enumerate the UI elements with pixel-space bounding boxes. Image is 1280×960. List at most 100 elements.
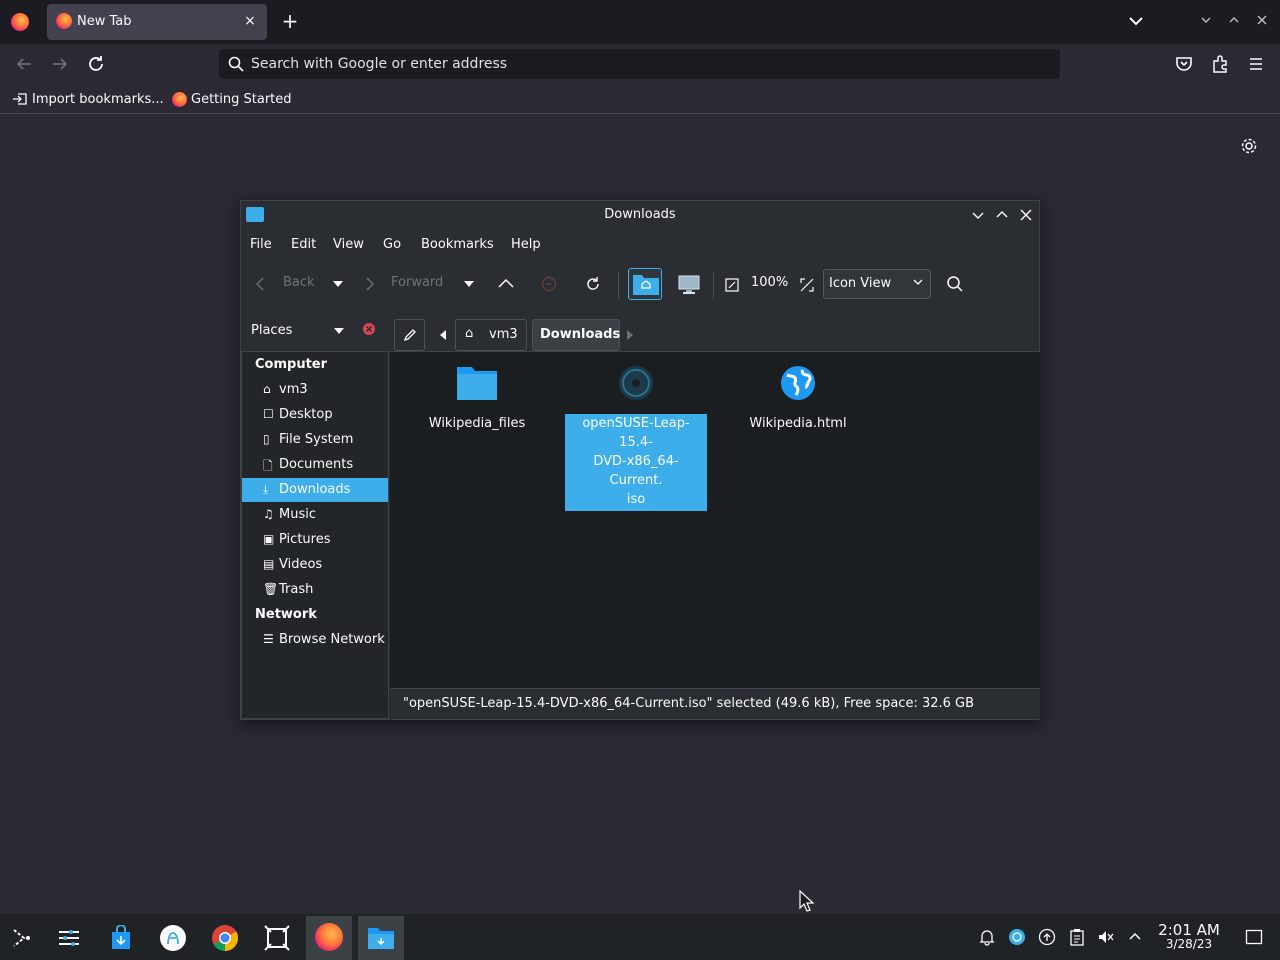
url-input[interactable] bbox=[251, 53, 1051, 75]
updates-icon[interactable] bbox=[1038, 928, 1056, 946]
status-text: "openSUSE-Leap-15.4-DVD-x86_64-Current.i… bbox=[403, 696, 975, 711]
drive-icon: ▯ bbox=[263, 432, 270, 446]
extensions-icon[interactable] bbox=[1208, 52, 1232, 76]
up-arrow-icon[interactable] bbox=[497, 277, 515, 289]
menu-view[interactable]: View bbox=[333, 237, 364, 252]
places-item-videos[interactable]: ▤ Videos bbox=[242, 553, 388, 577]
volume-muted-icon[interactable] bbox=[1097, 928, 1115, 946]
forward-history-dropdown-icon[interactable] bbox=[463, 280, 475, 288]
zoom-in-icon[interactable] bbox=[800, 278, 814, 292]
file-view[interactable]: Wikipedia_files openSUSE-Leap-15.4- DVD-x… bbox=[390, 351, 1040, 688]
dolphin-taskbar-icon[interactable] bbox=[358, 916, 404, 960]
menu-bookmarks[interactable]: Bookmarks bbox=[421, 237, 494, 252]
application-launcher-icon[interactable] bbox=[0, 916, 46, 960]
dolphin-minimize-button[interactable] bbox=[969, 206, 987, 224]
chrome-icon[interactable] bbox=[202, 916, 248, 960]
view-mode-select[interactable]: Icon View bbox=[823, 269, 931, 299]
edit-location-button[interactable] bbox=[394, 319, 425, 351]
places-item-documents[interactable]: 🗋 Documents bbox=[242, 453, 388, 477]
system-tray-expand-icon[interactable] bbox=[1126, 928, 1144, 946]
places-item-music[interactable]: ♫ Music bbox=[242, 503, 388, 527]
documents-icon: 🗋 bbox=[263, 459, 273, 473]
breadcrumb-vm3[interactable]: ⌂ vm3 bbox=[455, 319, 527, 351]
new-tab-button[interactable]: + bbox=[279, 10, 301, 32]
zoom-level[interactable]: 100% bbox=[751, 275, 788, 290]
places-menu-dropdown-icon[interactable] bbox=[333, 327, 345, 335]
places-item-downloads[interactable]: ⤓ Downloads bbox=[242, 478, 388, 502]
places-item-trash[interactable]: 🗑 Trash bbox=[242, 578, 388, 602]
forward-button[interactable]: Forward bbox=[391, 275, 443, 290]
file-item[interactable]: Wikipedia_files bbox=[406, 364, 548, 433]
list-all-tabs-button[interactable] bbox=[1124, 10, 1148, 32]
tab-title: New Tab bbox=[77, 14, 132, 29]
firefox-taskbar-icon[interactable] bbox=[306, 916, 352, 960]
places-item-browse-network[interactable]: ☰ Browse Network bbox=[242, 628, 388, 652]
forward-button[interactable] bbox=[48, 52, 72, 76]
digital-clock[interactable]: 2:01 AM 3/28/23 bbox=[1152, 921, 1226, 951]
bookmark-getting-started-label: Getting Started bbox=[191, 91, 292, 107]
kwin-overview-icon[interactable] bbox=[254, 916, 300, 960]
menu-go[interactable]: Go bbox=[383, 237, 401, 252]
minimize-window-button[interactable] bbox=[1198, 12, 1214, 28]
globe-icon bbox=[781, 366, 815, 400]
computer-icon[interactable] bbox=[678, 275, 700, 295]
settings-app-icon[interactable] bbox=[46, 916, 92, 960]
bookmark-getting-started[interactable]: Getting Started bbox=[172, 90, 292, 108]
zoom-out-icon[interactable] bbox=[725, 278, 739, 292]
search-icon[interactable] bbox=[946, 275, 964, 293]
clipboard-icon[interactable] bbox=[1068, 928, 1086, 946]
browser-tab-bar: New Tab × + bbox=[0, 0, 1280, 44]
tab-close-button[interactable]: × bbox=[241, 12, 259, 30]
places-panel: Computer ⌂ vm3 ☐ Desktop ▯ File System 🗋 Doc… bbox=[241, 351, 389, 719]
menu-edit[interactable]: Edit bbox=[291, 237, 316, 252]
bookmark-import[interactable]: Import bookmarks... bbox=[12, 90, 164, 108]
videos-icon: ▤ bbox=[263, 557, 275, 571]
tab-new-tab[interactable]: New Tab × bbox=[47, 4, 267, 40]
notifications-bell-icon[interactable] bbox=[978, 928, 996, 946]
back-history-dropdown-icon[interactable] bbox=[332, 280, 344, 288]
mouse-cursor-icon bbox=[799, 890, 815, 912]
newtab-settings-gear-icon[interactable] bbox=[1239, 136, 1259, 156]
url-bar[interactable] bbox=[219, 49, 1060, 79]
firefox-logo-icon bbox=[315, 923, 343, 951]
places-item-label: Music bbox=[279, 507, 316, 522]
places-item-vm3[interactable]: ⌂ vm3 bbox=[242, 378, 388, 402]
file-name-line: openSUSE-Leap-15.4- bbox=[582, 416, 690, 450]
firefox-favicon-icon bbox=[172, 91, 187, 107]
reload-button[interactable] bbox=[84, 52, 108, 76]
places-title: Places bbox=[251, 323, 293, 338]
home-icon: ⌂ bbox=[465, 326, 474, 341]
menu-file[interactable]: File bbox=[250, 237, 272, 252]
stop-icon[interactable] bbox=[541, 276, 557, 292]
breadcrumb-arrow-icon[interactable] bbox=[627, 330, 633, 340]
home-button[interactable] bbox=[628, 268, 662, 300]
reload-icon[interactable] bbox=[584, 275, 602, 293]
file-item-selected[interactable]: openSUSE-Leap-15.4- DVD-x86_64-Current. is… bbox=[565, 364, 707, 511]
dolphin-close-button[interactable] bbox=[1017, 206, 1035, 224]
back-button[interactable]: Back bbox=[283, 275, 315, 290]
dolphin-maximize-button[interactable] bbox=[993, 206, 1011, 224]
places-item-pictures[interactable]: ▣ Pictures bbox=[242, 528, 388, 552]
network-status-icon[interactable] bbox=[1008, 928, 1026, 946]
pocket-icon[interactable] bbox=[1172, 52, 1196, 76]
dolphin-titlebar[interactable]: Downloads bbox=[241, 201, 1039, 229]
back-button[interactable] bbox=[12, 52, 36, 76]
back-arrow-icon[interactable] bbox=[254, 276, 266, 292]
breadcrumb-downloads[interactable]: Downloads bbox=[532, 319, 620, 351]
close-window-button[interactable] bbox=[1254, 12, 1270, 28]
forward-arrow-icon[interactable] bbox=[364, 276, 376, 292]
close-panel-icon[interactable] bbox=[362, 322, 376, 336]
show-desktop-icon[interactable] bbox=[1245, 928, 1263, 946]
places-item-file-system[interactable]: ▯ File System bbox=[242, 428, 388, 452]
places-item-label: Trash bbox=[279, 582, 314, 597]
places-item-desktop[interactable]: ☐ Desktop bbox=[242, 403, 388, 427]
breadcrumb-scroll-left[interactable] bbox=[436, 319, 453, 351]
maximize-window-button[interactable] bbox=[1226, 12, 1242, 28]
app-menu-icon[interactable] bbox=[1244, 52, 1268, 76]
firefox-menu-icon[interactable] bbox=[11, 13, 29, 31]
places-item-label: Desktop bbox=[279, 407, 333, 422]
menu-help[interactable]: Help bbox=[511, 237, 541, 252]
discover-store-icon[interactable] bbox=[98, 916, 144, 960]
file-item[interactable]: Wikipedia.html bbox=[727, 364, 869, 433]
opensuse-icon[interactable] bbox=[150, 916, 196, 960]
